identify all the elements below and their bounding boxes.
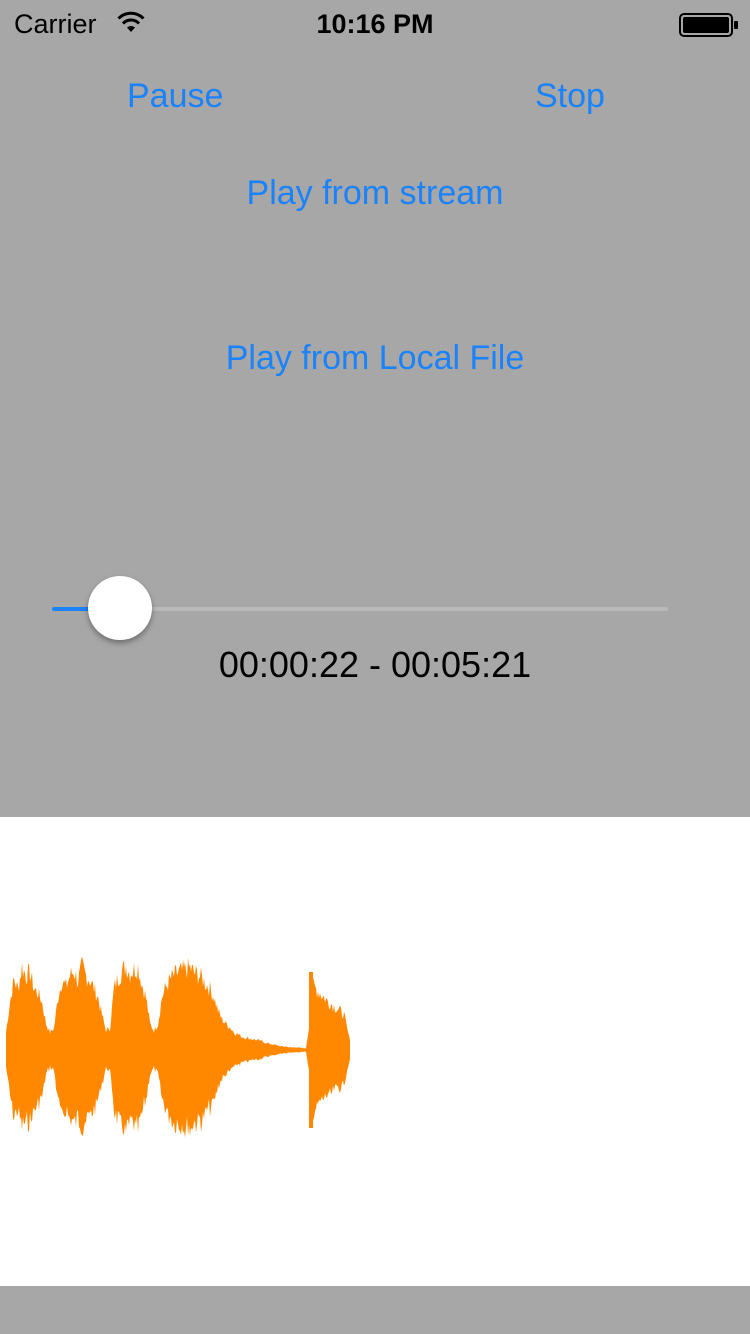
playback-slider[interactable] — [52, 576, 668, 642]
time-readout: 00:00:22 - 00:05:21 — [218, 644, 532, 685]
waveform-shape — [6, 956, 350, 1138]
status-time: 10:16 PM — [316, 9, 434, 39]
audio-waveform — [6, 956, 350, 1138]
waveform-panel — [0, 817, 750, 1286]
waveform-peak — [309, 972, 313, 1128]
play-from-local-file-button[interactable]: Play from Local File — [0, 339, 750, 378]
battery-icon — [679, 13, 738, 37]
status-bar: Carrier 10:16 PM — [0, 0, 750, 40]
play-from-stream-button[interactable]: Play from stream — [0, 174, 750, 213]
pause-button[interactable]: Pause — [127, 77, 223, 116]
slider-thumb[interactable] — [88, 576, 152, 640]
stop-button[interactable]: Stop — [535, 77, 605, 116]
